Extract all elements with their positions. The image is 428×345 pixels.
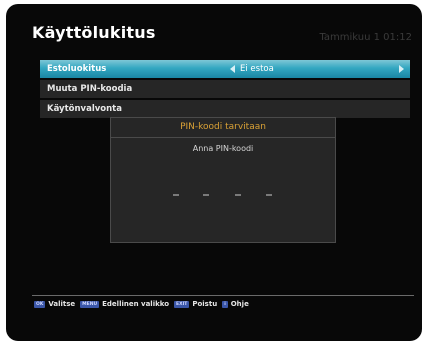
- clock: Tammikuu 1 01:12: [319, 32, 412, 43]
- footer-help-label: Ohje: [230, 300, 249, 308]
- pin-digit-slot[interactable]: [235, 194, 241, 196]
- page-title: Käyttölukitus: [32, 23, 156, 42]
- menu-item-label: Käytönvalvonta: [47, 104, 122, 114]
- pin-dialog: PIN-koodi tarvitaan Anna PIN-koodi: [110, 117, 336, 243]
- arrow-right-icon[interactable]: [399, 65, 404, 73]
- ok-key-icon: OK: [34, 300, 46, 308]
- footer-back-label: Edellinen valikko: [102, 300, 170, 308]
- footer-legend: OK Valitse MENU Edellinen valikko EXIT P…: [34, 298, 251, 310]
- dialog-title: PIN-koodi tarvitaan: [111, 118, 335, 138]
- dialog-prompt: Anna PIN-koodi: [192, 144, 254, 153]
- pin-digit-slot[interactable]: [266, 194, 272, 196]
- pin-digit-slot[interactable]: [203, 194, 209, 196]
- menu-item-access-control[interactable]: Käytönvalvonta: [40, 100, 410, 118]
- footer-divider: [32, 295, 414, 296]
- footer-exit-label: Poistu: [192, 300, 218, 308]
- tv-screen: Käyttölukitus Tammikuu 1 01:12 Estoluoki…: [6, 4, 422, 341]
- pin-digit-slot[interactable]: [173, 194, 179, 196]
- menu-item-change-pin[interactable]: Muuta PIN-koodia: [40, 80, 410, 98]
- arrow-left-icon[interactable]: [230, 65, 235, 73]
- menu-item-label: Estoluokitus: [47, 64, 107, 74]
- footer-select-label: Valitse: [48, 300, 76, 308]
- info-key-icon: i: [222, 300, 228, 308]
- exit-key-icon: EXIT: [174, 300, 190, 308]
- menu-item-label: Muuta PIN-koodia: [47, 84, 133, 94]
- menu-item-rating-lock[interactable]: Estoluokitus Ei estoa: [40, 60, 410, 78]
- menu-item-value: Ei estoa: [240, 64, 274, 74]
- menu-key-icon: MENU: [80, 300, 100, 308]
- settings-menu: Estoluokitus Ei estoa Muuta PIN-koodia K…: [40, 60, 410, 120]
